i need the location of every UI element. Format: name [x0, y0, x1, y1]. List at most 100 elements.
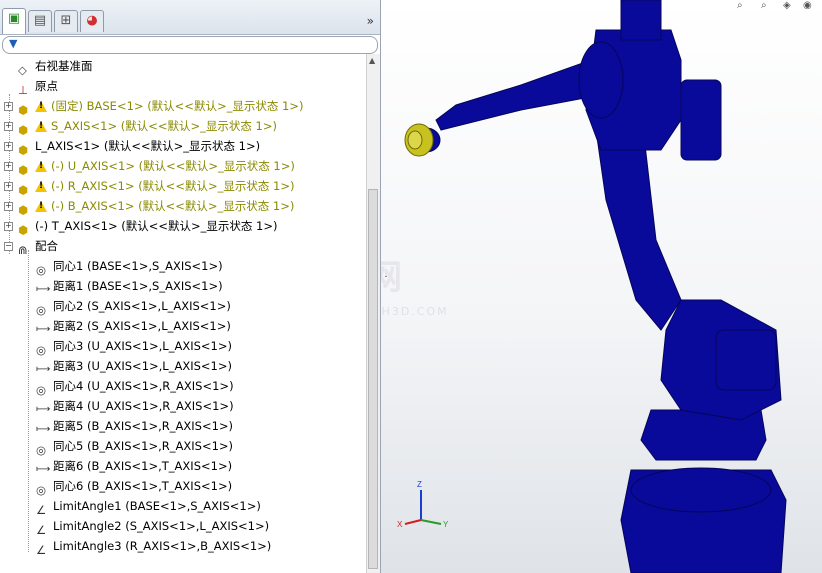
mate-item-label: 距离2 (S_AXIS<1>,L_AXIS<1>): [53, 319, 231, 333]
mate-item-label: LimitAngle3 (R_AXIS<1>,B_AXIS<1>): [53, 539, 272, 553]
triad-x-label: X: [397, 520, 403, 529]
feature-manager-panel: ▣ ▤ ⊞ ◕ » ▼ ◇ 右视基准面 ⊥ 原点 + ⬢ (固定) BASE<1> (默认<…: [0, 0, 381, 573]
mates-folder-icon: ⋒: [18, 242, 28, 257]
concentric-mate-icon: ◎: [36, 442, 47, 457]
mate-item[interactable]: ∠ LimitAngle1 (BASE<1>,S_AXIS<1>): [36, 496, 261, 517]
concentric-mate-icon: ◎: [36, 382, 47, 397]
mate-item[interactable]: ∠ LimitAngle3 (R_AXIS<1>,B_AXIS<1>): [36, 536, 272, 557]
part-icon: ⬢: [18, 162, 29, 177]
expand-chevron[interactable]: »: [367, 14, 374, 28]
tree-item-label: L_AXIS<1> (默认<<默认>_显示状态 1>): [35, 139, 261, 153]
distance-mate-icon: ⟼: [36, 323, 51, 335]
tree-item-label: (固定) BASE<1> (默认<<默认>_显示状态 1>): [51, 99, 304, 113]
tree-item-label: 右视基准面: [35, 59, 93, 73]
mate-item[interactable]: ⟼ 距离5 (B_AXIS<1>,R_AXIS<1>): [36, 416, 233, 436]
warning-icon: [35, 201, 47, 212]
warning-icon: [35, 161, 47, 172]
mate-item[interactable]: ◎ 同心2 (S_AXIS<1>,L_AXIS<1>): [36, 296, 231, 317]
plane-icon: ◇: [18, 62, 27, 77]
triad-y-label: Y: [443, 520, 449, 529]
scroll-up-icon[interactable]: ▲: [369, 56, 375, 65]
graphics-viewport[interactable]: ⌕ ⌕ ◈ ◉ ⋮ 临双网 WWW.YSH3D.COM Z Y X: [381, 0, 822, 573]
concentric-mate-icon: ◎: [36, 262, 47, 277]
part-icon: ⬢: [18, 102, 29, 117]
mate-item[interactable]: ⟼ 距离2 (S_AXIS<1>,L_AXIS<1>): [36, 316, 231, 336]
mate-item-label: 同心3 (U_AXIS<1>,L_AXIS<1>): [53, 339, 232, 353]
mate-item-label: 同心6 (B_AXIS<1>,T_AXIS<1>): [53, 479, 233, 493]
warning-icon: [35, 181, 47, 192]
scrollbar-thumb[interactable]: [368, 189, 378, 569]
mate-item-label: 同心2 (S_AXIS<1>,L_AXIS<1>): [53, 299, 231, 313]
mate-item-label: 距离6 (B_AXIS<1>,T_AXIS<1>): [53, 459, 233, 473]
expand-toggle[interactable]: +: [4, 182, 13, 191]
mate-item[interactable]: ⟼ 距离1 (BASE<1>,S_AXIS<1>): [36, 276, 223, 296]
tree-item-label: (-) T_AXIS<1> (默认<<默认>_显示状态 1>): [35, 219, 278, 233]
tree-filter[interactable]: ▼: [2, 36, 378, 54]
mate-item-label: 距离4 (U_AXIS<1>,R_AXIS<1>): [53, 399, 234, 413]
part-icon: ⬢: [18, 222, 29, 237]
mate-item[interactable]: ◎ 同心3 (U_AXIS<1>,L_AXIS<1>): [36, 336, 232, 357]
triad-icon: [404, 490, 442, 525]
tree-scrollbar[interactable]: ▲: [366, 54, 380, 573]
tree-item-label: (-) B_AXIS<1> (默认<<默认>_显示状态 1>): [51, 199, 295, 213]
part-icon: ⬢: [18, 142, 29, 157]
panel-tab-bar: ▣ ▤ ⊞ ◕ »: [0, 0, 380, 35]
expand-toggle[interactable]: +: [4, 142, 13, 151]
angle-mate-icon: ∠: [36, 522, 47, 537]
feature-tree: ◇ 右视基准面 ⊥ 原点 + ⬢ (固定) BASE<1> (默认<<默认>_显示状态 1>…: [0, 54, 365, 573]
origin-icon: ⊥: [18, 82, 29, 97]
feature-tree-icon: ▣: [7, 11, 21, 26]
feature-manager-tab[interactable]: ▣: [2, 8, 26, 34]
concentric-mate-icon: ◎: [36, 302, 47, 317]
expand-toggle[interactable]: +: [4, 102, 13, 111]
display-manager-tab[interactable]: ◕: [80, 10, 104, 32]
triad-z-label: Z: [417, 480, 422, 489]
expand-toggle[interactable]: +: [4, 222, 13, 231]
robot-model[interactable]: Z Y X: [381, 0, 822, 573]
tree-item-label: (-) R_AXIS<1> (默认<<默认>_显示状态 1>): [51, 179, 295, 193]
distance-mate-icon: ⟼: [36, 363, 51, 375]
mate-item-label: 同心5 (B_AXIS<1>,R_AXIS<1>): [53, 439, 234, 453]
warning-icon: [35, 101, 47, 112]
mate-item[interactable]: ◎ 同心1 (BASE<1>,S_AXIS<1>): [36, 256, 223, 277]
configuration-icon: ⊞: [60, 13, 72, 28]
filter-icon: ▼: [9, 37, 18, 50]
part-icon: ⬢: [18, 202, 29, 217]
mate-item-label: 距离1 (BASE<1>,S_AXIS<1>): [53, 279, 223, 293]
tree-item-label: 配合: [35, 239, 58, 253]
angle-mate-icon: ∠: [36, 542, 47, 557]
tree-item-label: 原点: [35, 79, 58, 93]
mate-item[interactable]: ⟼ 距离6 (B_AXIS<1>,T_AXIS<1>): [36, 456, 232, 476]
tree-item-label: S_AXIS<1> (默认<<默认>_显示状态 1>): [51, 119, 277, 133]
expand-toggle[interactable]: +: [4, 122, 13, 131]
mate-item[interactable]: ⟼ 距离4 (U_AXIS<1>,R_AXIS<1>): [36, 396, 234, 416]
distance-mate-icon: ⟼: [36, 403, 51, 415]
mate-item-label: LimitAngle2 (S_AXIS<1>,L_AXIS<1>): [53, 519, 270, 533]
mate-item[interactable]: ⟼ 距离3 (U_AXIS<1>,L_AXIS<1>): [36, 356, 232, 376]
configuration-manager-tab[interactable]: ⊞: [54, 10, 78, 32]
mate-item[interactable]: ◎ 同心5 (B_AXIS<1>,R_AXIS<1>): [36, 436, 234, 457]
angle-mate-icon: ∠: [36, 502, 47, 517]
mate-item[interactable]: ∠ LimitAngle2 (S_AXIS<1>,L_AXIS<1>): [36, 516, 270, 537]
concentric-mate-icon: ◎: [36, 482, 47, 497]
expand-toggle[interactable]: −: [4, 242, 13, 251]
mate-item-label: 距离3 (U_AXIS<1>,L_AXIS<1>): [53, 359, 232, 373]
part-icon: ⬢: [18, 122, 29, 137]
appearance-icon: ◕: [86, 13, 98, 28]
mate-item-label: 同心1 (BASE<1>,S_AXIS<1>): [53, 259, 223, 273]
property-manager-tab[interactable]: ▤: [28, 10, 52, 32]
mate-item[interactable]: ◎ 同心6 (B_AXIS<1>,T_AXIS<1>): [36, 476, 233, 497]
property-icon: ▤: [33, 13, 47, 28]
part-icon: ⬢: [18, 182, 29, 197]
mate-item-label: 距离5 (B_AXIS<1>,R_AXIS<1>): [53, 419, 234, 433]
mate-item-label: LimitAngle1 (BASE<1>,S_AXIS<1>): [53, 499, 261, 513]
warning-icon: [35, 121, 47, 132]
mate-item[interactable]: ◎ 同心4 (U_AXIS<1>,R_AXIS<1>): [36, 376, 234, 397]
expand-toggle[interactable]: +: [4, 202, 13, 211]
distance-mate-icon: ⟼: [36, 463, 51, 475]
concentric-mate-icon: ◎: [36, 342, 47, 357]
distance-mate-icon: ⟼: [36, 283, 51, 295]
distance-mate-icon: ⟼: [36, 423, 51, 435]
expand-toggle[interactable]: +: [4, 162, 13, 171]
tree-item-label: (-) U_AXIS<1> (默认<<默认>_显示状态 1>): [51, 159, 295, 173]
